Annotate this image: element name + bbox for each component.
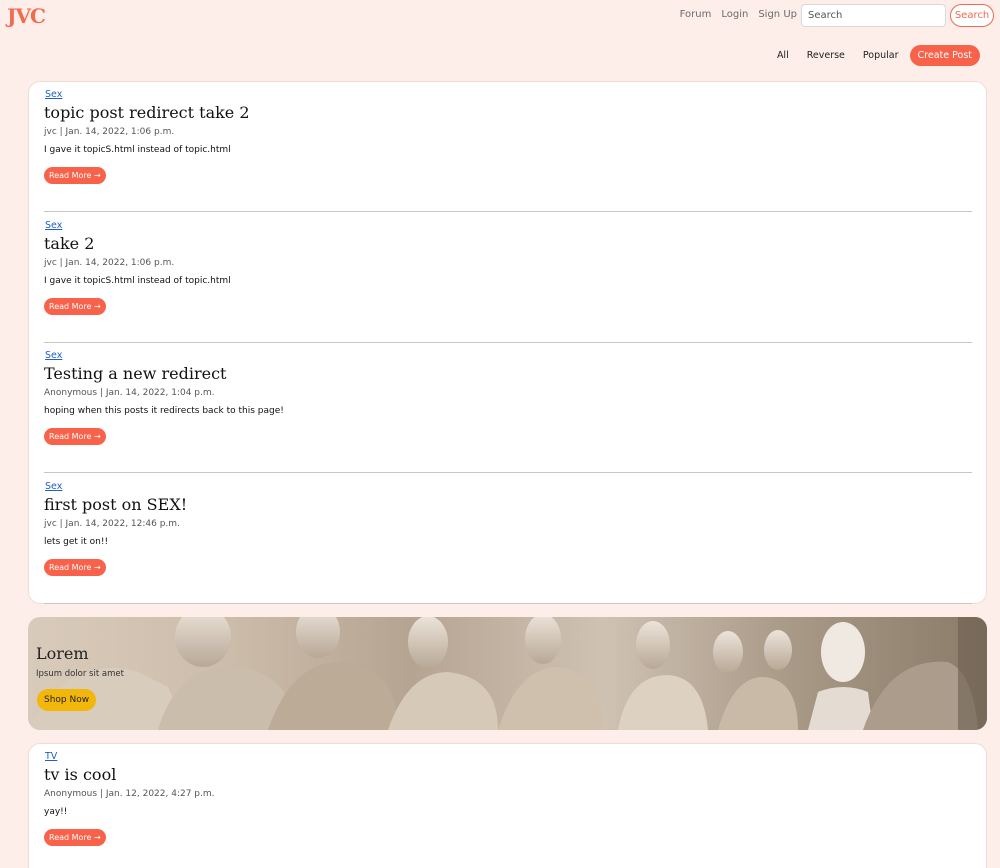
post-meta: jvc | Jan. 14, 2022, 12:46 p.m.	[44, 519, 180, 529]
post-topic-link[interactable]: Sex	[45, 481, 62, 492]
posts-card: Sex topic post redirect take 2 jvc | Jan…	[28, 81, 987, 604]
filter-all-button[interactable]: All	[768, 45, 798, 66]
post-item: Sex topic post redirect take 2 jvc | Jan…	[44, 82, 972, 212]
promo-banner: Lorem Ipsum dolor sit amet Shop Now	[28, 617, 987, 730]
nav-signup-link[interactable]: Sign Up	[758, 9, 797, 20]
post-title: take 2	[44, 234, 95, 253]
read-more-button[interactable]: Read More →	[44, 167, 106, 184]
post-title: Testing a new redirect	[44, 364, 227, 383]
post-body: I gave it topicS.html instead of topic.h…	[44, 276, 231, 286]
post-title: tv is cool	[44, 765, 117, 784]
site-logo[interactable]: JVC	[7, 4, 46, 28]
post-filters: All Reverse Popular Create Post	[768, 45, 980, 66]
read-more-button[interactable]: Read More →	[44, 298, 106, 315]
filter-popular-button[interactable]: Popular	[854, 45, 908, 66]
post-topic-link[interactable]: Sex	[45, 220, 62, 231]
post-meta: jvc | Jan. 14, 2022, 1:06 p.m.	[44, 127, 175, 137]
navbar: JVC Forum Login Sign Up Search	[0, 0, 1000, 32]
read-more-button[interactable]: Read More →	[44, 829, 106, 846]
post-body: yay!!	[44, 807, 68, 817]
post-topic-link[interactable]: Sex	[45, 350, 62, 361]
post-item: Sex take 2 jvc | Jan. 14, 2022, 1:06 p.m…	[44, 213, 972, 343]
post-topic-link[interactable]: Sex	[45, 89, 62, 100]
post-body: lets get it on!!	[44, 537, 109, 547]
post-meta: Anonymous | Jan. 12, 2022, 4:27 p.m.	[44, 789, 215, 799]
shop-now-button[interactable]: Shop Now	[37, 689, 97, 711]
banner-title: Lorem	[36, 644, 89, 663]
post-item: Sex Testing a new redirect Anonymous | J…	[44, 343, 972, 473]
create-post-button[interactable]: Create Post	[909, 45, 980, 66]
search-input[interactable]	[801, 4, 946, 27]
banner-subtitle: Ipsum dolor sit amet	[36, 669, 124, 679]
post-meta: jvc | Jan. 14, 2022, 1:06 p.m.	[44, 258, 175, 268]
post-body: I gave it topicS.html instead of topic.h…	[44, 145, 231, 155]
post-item: TV tv is cool Anonymous | Jan. 12, 2022,…	[44, 744, 972, 868]
post-item: Sex first post on SEX! jvc | Jan. 14, 20…	[44, 474, 972, 604]
nav-login-link[interactable]: Login	[721, 9, 748, 20]
search-button[interactable]: Search	[950, 4, 994, 27]
nav-links: Forum Login Sign Up	[680, 9, 797, 20]
post-meta: Anonymous | Jan. 14, 2022, 1:04 p.m.	[44, 388, 215, 398]
post-body: hoping when this posts it redirects back…	[44, 406, 284, 416]
post-title: first post on SEX!	[44, 495, 188, 514]
read-more-button[interactable]: Read More →	[44, 428, 106, 445]
post-title: topic post redirect take 2	[44, 103, 250, 122]
statue-banner-image	[28, 617, 987, 730]
filter-reverse-button[interactable]: Reverse	[798, 45, 854, 66]
tv-posts-card: TV tv is cool Anonymous | Jan. 12, 2022,…	[28, 743, 987, 868]
post-topic-link[interactable]: TV	[45, 751, 57, 762]
nav-forum-link[interactable]: Forum	[680, 9, 712, 20]
read-more-button[interactable]: Read More →	[44, 559, 106, 576]
